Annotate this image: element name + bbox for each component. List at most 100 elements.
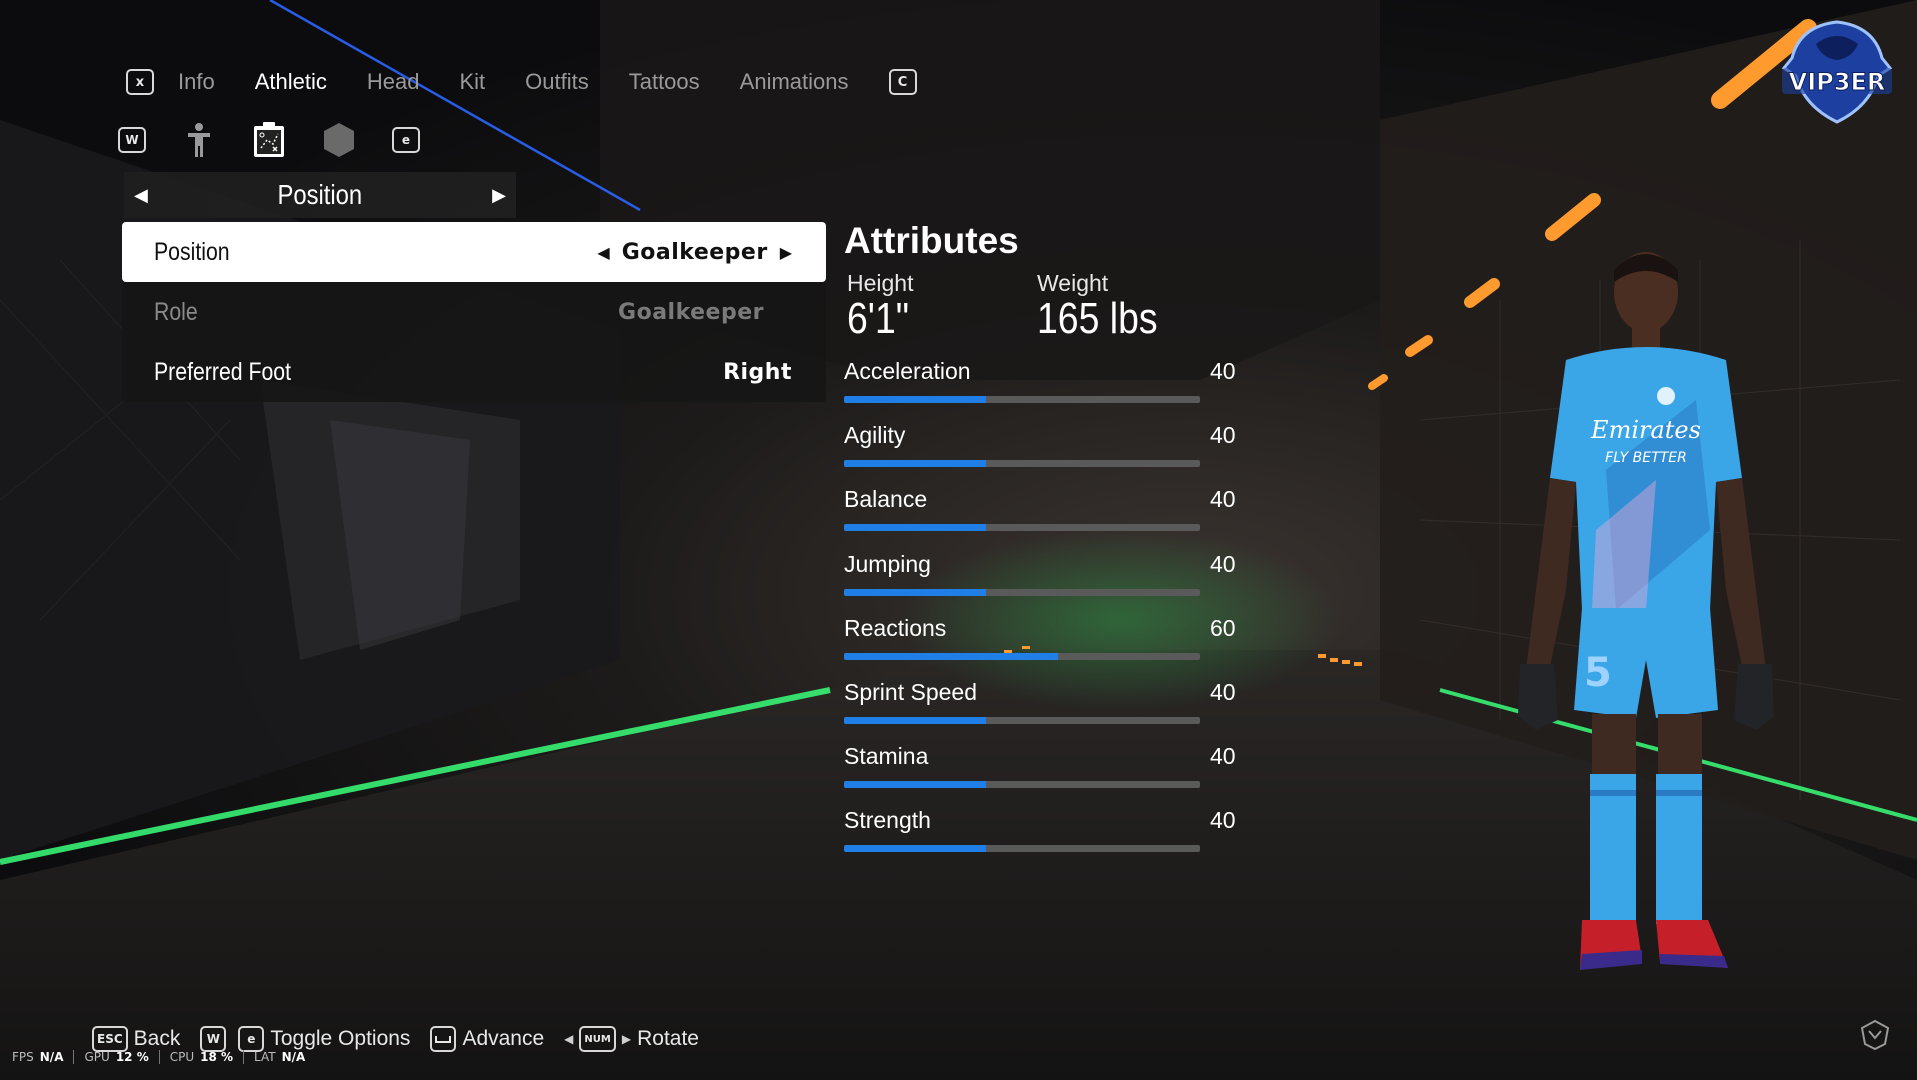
selector-title: Position bbox=[277, 179, 363, 210]
space-key-icon bbox=[430, 1026, 457, 1052]
tab-kit[interactable]: Kit bbox=[459, 69, 485, 95]
section-selector: ◀ Position ▶ bbox=[124, 172, 516, 218]
tab-tattoos[interactable]: Tattoos bbox=[629, 69, 700, 95]
body-icon[interactable] bbox=[182, 122, 216, 158]
sponsor-logo: Emirates bbox=[1590, 416, 1701, 444]
setting-label: Preferred Foot bbox=[154, 357, 292, 386]
tab-animations[interactable]: Animations bbox=[740, 69, 849, 95]
attribute-bar-fill bbox=[844, 845, 987, 853]
weight-value: 165 lbs bbox=[1037, 294, 1158, 343]
setting-label: Position bbox=[154, 237, 230, 266]
attribute-value: 40 bbox=[1210, 743, 1236, 770]
attributes-panel: Attributes Height 6'1" Weight 165 lbs Ac… bbox=[844, 220, 1244, 853]
attribute-row: Agility 40 bbox=[844, 422, 1244, 486]
attribute-bar-fill bbox=[844, 396, 987, 403]
subcategory-next-key[interactable]: e bbox=[392, 127, 420, 153]
attribute-bar-track bbox=[844, 460, 1200, 468]
attribute-bar-track bbox=[844, 845, 1200, 853]
tab-athletic[interactable]: Athletic bbox=[255, 69, 327, 95]
attribute-name: Strength bbox=[844, 807, 931, 834]
game-brand-icon bbox=[1860, 1019, 1890, 1051]
club-crest-icon bbox=[1657, 387, 1675, 405]
attribute-row: Reactions 60 bbox=[844, 615, 1244, 679]
rotate-right-arrow-icon: ▶ bbox=[621, 1032, 632, 1046]
setting-value: Goalkeeper bbox=[618, 299, 764, 325]
attribute-bar-track bbox=[844, 524, 1200, 532]
hint-toggle-options[interactable]: W e Toggle Options bbox=[200, 1026, 410, 1052]
tab-outfits[interactable]: Outfits bbox=[525, 69, 589, 95]
tab-info[interactable]: Info bbox=[178, 69, 215, 95]
attribute-name: Acceleration bbox=[844, 358, 971, 384]
category-tabbar: x Info Athletic Head Kit Outfits Tattoos… bbox=[126, 64, 917, 100]
setting-row-preferred-foot[interactable]: Preferred Foot Right bbox=[122, 342, 826, 402]
attribute-bar-fill bbox=[844, 781, 987, 789]
height-weight: Height 6'1" Weight 165 lbs bbox=[847, 270, 1244, 342]
attribute-value: 60 bbox=[1210, 614, 1236, 641]
attribute-bar-track bbox=[844, 396, 1200, 403]
attribute-list: Acceleration 40 Agility 40 Balance 40 Jumping 4… bbox=[844, 358, 1244, 878]
attribute-name: Reactions bbox=[844, 614, 947, 641]
attribute-value: 40 bbox=[1210, 550, 1236, 577]
attribute-bar-fill bbox=[844, 524, 987, 532]
attribute-bar-track bbox=[844, 717, 1200, 724]
attribute-value: 40 bbox=[1210, 486, 1236, 513]
attribute-bar-track bbox=[844, 652, 1200, 660]
tab-head[interactable]: Head bbox=[367, 69, 420, 95]
tactics-board-icon[interactable] bbox=[252, 122, 286, 158]
viper-logo: VIP3ER bbox=[1781, 20, 1893, 124]
attribute-bar-fill bbox=[844, 588, 987, 596]
setting-value: Right bbox=[723, 359, 792, 385]
tab-next-key[interactable]: C bbox=[888, 69, 917, 95]
svg-text:VIP3ER: VIP3ER bbox=[1789, 68, 1886, 96]
hint-back[interactable]: ESC Back bbox=[92, 1026, 180, 1052]
esc-key: ESC bbox=[92, 1026, 128, 1052]
subcategory-icon-row: W e bbox=[118, 120, 420, 160]
weight-label: Weight bbox=[1037, 270, 1109, 296]
attribute-name: Balance bbox=[844, 486, 928, 513]
hint-rotate[interactable]: ◀ NUM ▶ Rotate bbox=[564, 1026, 699, 1052]
attribute-value: 40 bbox=[1210, 807, 1236, 834]
value-prev-arrow-icon[interactable]: ◀ bbox=[597, 243, 609, 262]
attribute-value: 40 bbox=[1210, 679, 1236, 705]
setting-row-position[interactable]: Position ◀ Goalkeeper ▶ bbox=[122, 222, 826, 282]
attribute-name: Sprint Speed bbox=[844, 679, 977, 705]
attribute-row: Stamina 40 bbox=[844, 743, 1244, 807]
attribute-row: Acceleration 40 bbox=[844, 358, 1244, 422]
settings-list: Position ◀ Goalkeeper ▶ Role Goalkeeper … bbox=[122, 222, 826, 402]
performance-overlay: FPS N/A GPU 12 % CPU 18 % LAT N/A bbox=[12, 1050, 306, 1064]
attribute-row: Strength 40 bbox=[844, 807, 1244, 871]
attribute-name: Stamina bbox=[844, 743, 929, 770]
attribute-bar-fill bbox=[844, 652, 1058, 660]
setting-label: Role bbox=[154, 297, 198, 326]
w-key: W bbox=[200, 1026, 227, 1052]
attribute-row: Jumping 40 bbox=[844, 551, 1244, 615]
selector-right-arrow[interactable]: ▶ bbox=[492, 185, 506, 206]
attribute-bar-fill bbox=[844, 460, 987, 468]
setting-value: Goalkeeper bbox=[621, 239, 768, 265]
shorts-number: 5 bbox=[1584, 650, 1612, 696]
e-key: e bbox=[238, 1026, 265, 1052]
num-key: NUM bbox=[579, 1026, 616, 1052]
attribute-name: Agility bbox=[844, 422, 906, 449]
attribute-bar-track bbox=[844, 588, 1200, 596]
attribute-row: Sprint Speed 40 bbox=[844, 679, 1244, 743]
height-value: 6'1" bbox=[847, 294, 910, 343]
tab-prev-key[interactable]: x bbox=[126, 69, 154, 95]
player-model[interactable]: Emirates FLY BETTER 5 bbox=[1496, 230, 1796, 1010]
attribute-bar-fill bbox=[844, 717, 987, 724]
hexagon-icon[interactable] bbox=[322, 122, 356, 158]
attributes-title: Attributes bbox=[844, 220, 1019, 261]
selector-left-arrow[interactable]: ◀ bbox=[134, 185, 148, 206]
attribute-value: 40 bbox=[1210, 422, 1236, 449]
sponsor-tagline: FLY BETTER bbox=[1605, 450, 1687, 466]
height-label: Height bbox=[847, 270, 914, 296]
setting-row-role[interactable]: Role Goalkeeper bbox=[122, 282, 826, 342]
attribute-bar-track bbox=[844, 781, 1200, 789]
subcategory-prev-key[interactable]: W bbox=[118, 127, 146, 153]
value-next-arrow-icon[interactable]: ▶ bbox=[780, 243, 792, 262]
attribute-row: Balance 40 bbox=[844, 486, 1244, 550]
rotate-left-arrow-icon: ◀ bbox=[564, 1032, 574, 1046]
attribute-value: 40 bbox=[1210, 358, 1236, 384]
hint-advance[interactable]: Advance bbox=[430, 1026, 544, 1052]
attribute-name: Jumping bbox=[844, 550, 931, 577]
